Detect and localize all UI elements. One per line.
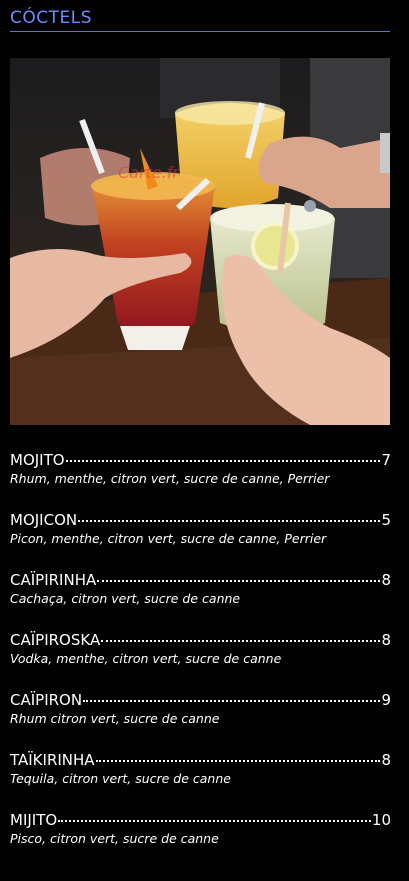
dotted-leader [83,700,381,702]
menu-item: MOJITO 7 Rhum, menthe, citron vert, sucr… [10,450,391,510]
item-price: 8 [381,751,391,769]
item-price: 5 [381,511,391,529]
cocktails-photo: Carte.fr [10,58,390,425]
item-price: 9 [381,691,391,709]
menu-item: MIJITO 10 Pisco, citron vert, sucre de c… [10,810,391,870]
section-title: CÓCTELS [10,8,93,28]
item-name: CAÏPIRINHA [10,571,97,589]
item-description: Rhum, menthe, citron vert, sucre de cann… [10,471,330,486]
item-description: Cachaça, citron vert, sucre de canne [10,591,241,606]
item-description: Rhum citron vert, sucre de canne [10,711,220,726]
dotted-leader [95,760,381,762]
section-header: CÓCTELS [10,8,390,32]
item-name: MOJITO [10,451,65,469]
item-price: 7 [381,451,391,469]
dotted-leader [58,820,371,822]
menu-item: CAÏPIRON 9 Rhum citron vert, sucre de ca… [10,690,391,750]
menu-item: TAÏKIRINHA 8 Tequila, citron vert, sucre… [10,750,391,810]
item-name: TAÏKIRINHA [10,751,95,769]
item-description: Vodka, menthe, citron vert, sucre de can… [10,651,282,666]
cocktails-illustration: Carte.fr [10,58,390,425]
menu-item: CAÏPIRINHA 8 Cachaça, citron vert, sucre… [10,570,391,630]
cocktail-menu: MOJITO 7 Rhum, menthe, citron vert, sucr… [10,450,391,870]
dotted-leader [97,580,381,582]
item-price: 8 [381,571,391,589]
menu-item: MOJICON 5 Picon, menthe, citron vert, su… [10,510,391,570]
item-description: Pisco, citron vert, sucre de canne [10,831,219,846]
item-name: CAÏPIRON [10,691,83,709]
item-description: Tequila, citron vert, sucre de canne [10,771,231,786]
item-name: MOJICON [10,511,78,529]
item-description: Picon, menthe, citron vert, sucre de can… [10,531,327,546]
watermark-logo: Carte.fr [118,163,180,182]
item-price: 8 [381,631,391,649]
dotted-leader [78,520,381,522]
menu-item: CAÏPIROSKA 8 Vodka, menthe, citron vert,… [10,630,391,690]
item-price: 10 [371,811,391,829]
item-name: CAÏPIROSKA [10,631,101,649]
dotted-leader [65,460,381,462]
dotted-leader [101,640,381,642]
item-name: MIJITO [10,811,58,829]
